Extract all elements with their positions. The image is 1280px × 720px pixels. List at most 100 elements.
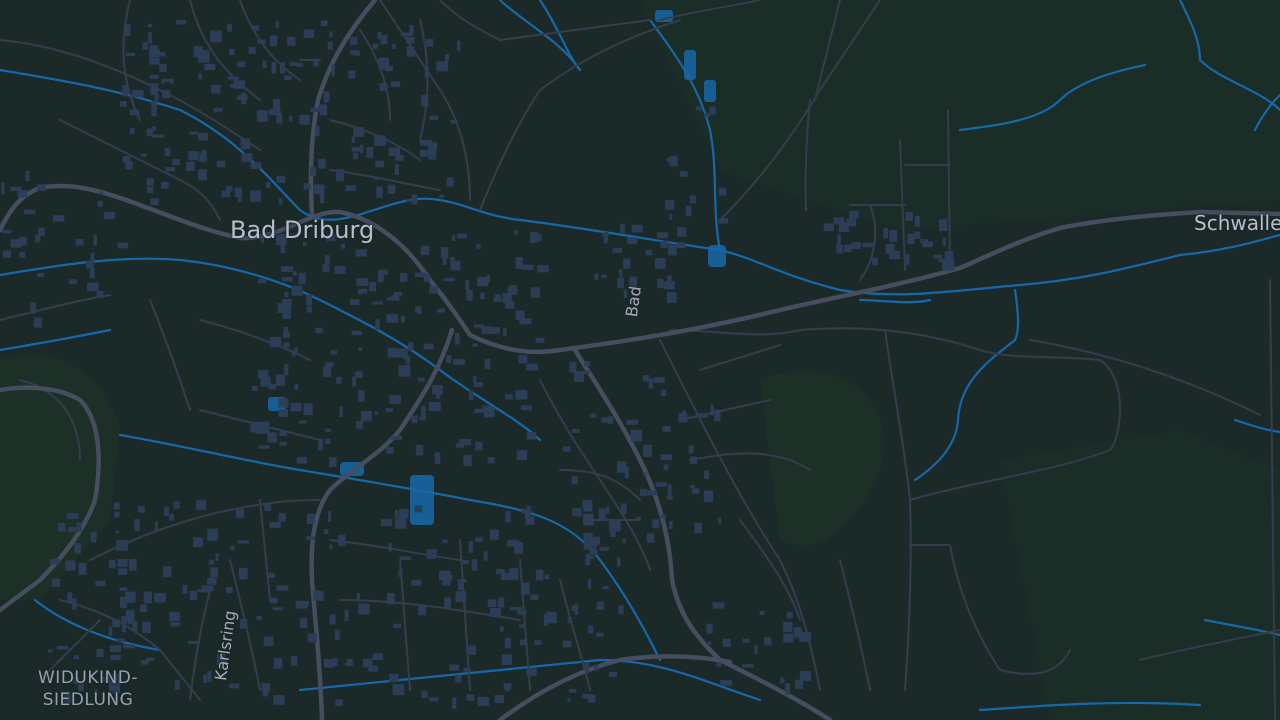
building bbox=[567, 617, 573, 624]
building bbox=[237, 195, 242, 203]
building bbox=[507, 539, 520, 547]
building bbox=[488, 327, 501, 334]
building bbox=[77, 683, 84, 692]
building bbox=[530, 287, 541, 298]
building bbox=[905, 253, 910, 265]
building bbox=[843, 244, 852, 252]
building bbox=[150, 83, 159, 95]
building bbox=[164, 506, 169, 517]
building bbox=[520, 582, 530, 595]
building bbox=[359, 289, 368, 294]
building bbox=[489, 529, 499, 540]
building bbox=[210, 567, 218, 578]
building bbox=[660, 514, 667, 519]
building bbox=[74, 543, 81, 554]
building bbox=[617, 557, 621, 567]
building bbox=[123, 644, 135, 649]
building bbox=[203, 674, 207, 683]
building bbox=[661, 389, 667, 396]
building bbox=[268, 383, 277, 390]
building bbox=[326, 234, 336, 242]
building bbox=[455, 674, 462, 683]
building bbox=[56, 645, 69, 650]
building bbox=[275, 20, 279, 29]
building bbox=[353, 51, 360, 56]
building bbox=[372, 43, 378, 49]
building bbox=[712, 602, 725, 609]
building bbox=[764, 637, 772, 646]
building bbox=[468, 541, 473, 553]
building bbox=[328, 510, 332, 522]
building bbox=[526, 432, 537, 440]
building bbox=[442, 255, 447, 265]
building bbox=[505, 394, 513, 400]
building bbox=[590, 413, 597, 418]
building bbox=[643, 444, 653, 457]
building bbox=[405, 36, 415, 44]
building bbox=[394, 510, 399, 518]
building bbox=[112, 619, 120, 628]
building bbox=[471, 559, 478, 571]
building bbox=[325, 255, 330, 264]
building bbox=[319, 104, 327, 116]
building bbox=[330, 350, 338, 355]
building bbox=[273, 658, 283, 669]
building bbox=[276, 175, 286, 183]
building bbox=[423, 343, 434, 350]
building bbox=[258, 445, 270, 449]
building bbox=[449, 664, 460, 671]
building bbox=[124, 24, 131, 37]
building bbox=[48, 649, 53, 653]
building bbox=[335, 629, 340, 640]
building bbox=[622, 538, 626, 544]
building bbox=[466, 290, 473, 301]
building bbox=[599, 547, 609, 551]
building bbox=[428, 149, 437, 160]
building bbox=[837, 234, 841, 244]
building bbox=[269, 597, 278, 604]
building bbox=[282, 309, 291, 319]
building bbox=[296, 63, 304, 67]
building bbox=[602, 586, 609, 590]
building bbox=[379, 83, 388, 91]
building bbox=[240, 618, 248, 629]
building bbox=[160, 181, 169, 189]
building bbox=[411, 415, 418, 424]
building bbox=[150, 74, 159, 79]
building bbox=[460, 560, 469, 565]
building bbox=[227, 23, 232, 32]
building bbox=[544, 574, 550, 580]
building bbox=[537, 265, 549, 273]
building bbox=[99, 191, 103, 196]
building bbox=[423, 274, 431, 283]
road bbox=[884, 329, 912, 691]
building bbox=[420, 149, 428, 157]
building bbox=[162, 566, 172, 578]
pond bbox=[708, 245, 726, 267]
building bbox=[315, 327, 323, 333]
building bbox=[207, 670, 212, 683]
building bbox=[189, 590, 198, 600]
building bbox=[121, 625, 127, 633]
building bbox=[619, 269, 623, 278]
building bbox=[663, 464, 669, 471]
building bbox=[129, 109, 140, 116]
building bbox=[264, 503, 271, 511]
building bbox=[267, 432, 277, 436]
building bbox=[215, 553, 219, 561]
building bbox=[472, 343, 478, 347]
building bbox=[607, 416, 614, 424]
building bbox=[695, 413, 708, 418]
map-canvas[interactable]: Bad Driburg Schwallenberg WIDUKIND- SIED… bbox=[0, 0, 1280, 720]
building bbox=[444, 54, 449, 61]
building bbox=[596, 601, 605, 610]
building bbox=[241, 92, 247, 105]
building bbox=[211, 84, 221, 94]
building bbox=[598, 508, 606, 521]
building bbox=[273, 99, 281, 110]
building bbox=[108, 626, 113, 636]
building bbox=[324, 529, 329, 534]
building bbox=[284, 292, 289, 297]
building bbox=[754, 645, 758, 655]
building bbox=[426, 549, 437, 559]
